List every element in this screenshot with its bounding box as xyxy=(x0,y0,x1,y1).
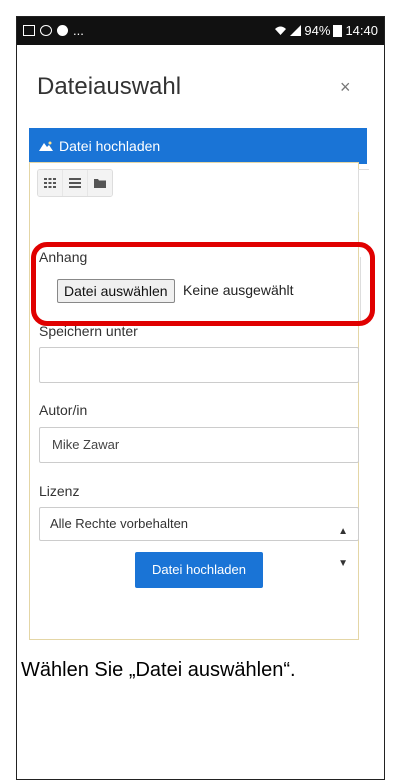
save-as-input[interactable] xyxy=(39,347,359,383)
folder-view-icon xyxy=(94,179,106,188)
list-view-button[interactable] xyxy=(63,170,88,196)
signal-icon xyxy=(290,25,302,36)
save-as-label: Speichern unter xyxy=(39,323,138,339)
author-input[interactable]: Mike Zawar xyxy=(39,427,359,463)
dialog-title: Dateiauswahl xyxy=(37,73,182,100)
file-status: Keine ausgewählt xyxy=(183,282,294,298)
license-select[interactable]: Alle Rechte vorbehalten ▲ ▼ xyxy=(39,507,359,569)
upload-file-button[interactable]: Datei hochladen xyxy=(135,552,263,588)
license-label: Lizenz xyxy=(39,483,80,499)
list-view-icon xyxy=(69,178,81,188)
panel-edge xyxy=(358,169,369,212)
mountain-icon xyxy=(39,141,53,151)
battery-level: 94% xyxy=(304,23,331,38)
battery-icon xyxy=(333,24,343,37)
status-ellipsis: ... xyxy=(73,23,84,38)
status-bar: ... 94% 14:40 xyxy=(17,17,384,45)
instruction-caption: Wählen Sie „Datei auswählen“. xyxy=(21,659,296,681)
author-label: Autor/in xyxy=(39,402,88,418)
status-right: 94% 14:40 xyxy=(274,23,378,38)
panel-edge-2 xyxy=(360,257,369,321)
repository-item-label: Datei hochladen xyxy=(59,138,161,154)
image-icon xyxy=(23,25,35,36)
folder-view-button[interactable] xyxy=(88,170,112,196)
grid-view-button[interactable] xyxy=(38,170,63,196)
circle-icon xyxy=(57,25,68,36)
status-left: ... xyxy=(23,23,84,38)
grid-view-icon xyxy=(44,178,56,188)
select-caret-icon: ▲ ▼ xyxy=(338,526,348,569)
license-selected-value: Alle Rechte vorbehalten xyxy=(50,516,189,531)
close-icon[interactable]: × xyxy=(340,77,351,98)
clock: 14:40 xyxy=(345,23,378,38)
sync-icon xyxy=(40,25,52,36)
view-toggle xyxy=(37,169,113,197)
repository-item-upload[interactable]: Datei hochladen xyxy=(29,128,367,164)
choose-file-button[interactable]: Datei auswählen xyxy=(57,279,175,303)
screenshot-frame: ... 94% 14:40 Dateiauswahl × Datei hochl… xyxy=(16,16,385,780)
wifi-icon xyxy=(275,26,287,35)
attachment-label: Anhang xyxy=(39,249,88,265)
